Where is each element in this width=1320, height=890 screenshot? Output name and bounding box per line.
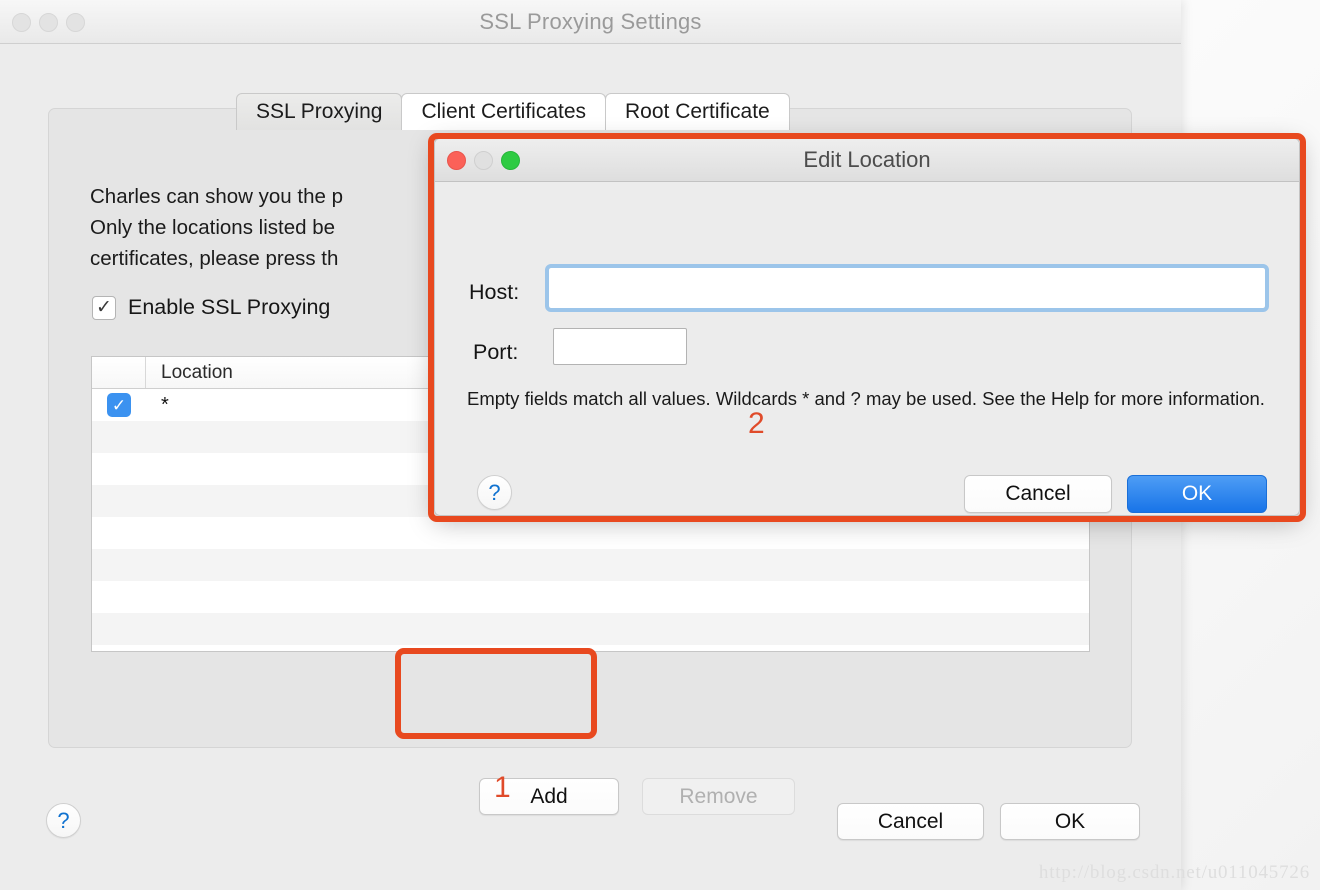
dialog-hint-text: Empty fields match all values. Wildcards… [467,388,1265,409]
remove-button: Remove [642,778,795,815]
table-empty-row [92,517,1089,549]
enable-ssl-proxying-checkbox[interactable]: ✓ [92,295,116,320]
table-empty-row [92,549,1089,581]
dialog-titlebar: Edit Location [435,139,1299,182]
row-checkbox[interactable]: ✓ [107,393,131,417]
enable-ssl-proxying-label: Enable SSL Proxying [128,295,331,319]
host-input[interactable] [545,264,1269,312]
table-empty-row [92,581,1089,613]
dialog-ok-button[interactable]: OK [1127,475,1267,513]
dialog-title: Edit Location [803,147,931,172]
port-input[interactable] [553,328,687,365]
watermark: http://blog.csdn.net/u011045726 [1038,862,1310,883]
tab-ssl-proxying[interactable]: SSL Proxying [236,93,403,130]
tab-client-certificates[interactable]: Client Certificates [401,93,607,130]
row-checkbox-cell[interactable]: ✓ [92,393,146,417]
annotation-number-2: 2 [748,407,765,440]
host-label: Host: [469,280,520,304]
main-window-titlebar: SSL Proxying Settings [0,0,1181,44]
page-title: SSL Proxying Settings [479,9,702,34]
table-empty-row [92,613,1089,645]
tab-root-certificate[interactable]: Root Certificate [605,93,790,130]
table-empty-row [92,645,1089,651]
dialog-body: Host: Port: Empty fields match all value… [435,182,1299,516]
edit-location-dialog: Edit Location Host: Port: Empty fields m… [434,138,1300,516]
enable-ssl-proxying-row[interactable]: ✓ Enable SSL Proxying [92,295,330,320]
dialog-help-icon[interactable]: ? [477,475,512,510]
table-header-checkbox-column [92,357,146,388]
annotation-number-1: 1 [494,771,511,804]
help-icon[interactable]: ? [46,803,81,838]
screenshot-root: SSL Proxying Settings SSL Proxying Clien… [0,0,1320,890]
tab-bar: SSL Proxying Client Certificates Root Ce… [236,93,790,130]
cancel-button[interactable]: Cancel [837,803,984,840]
ok-button[interactable]: OK [1000,803,1140,840]
port-label: Port: [473,340,519,364]
dialog-cancel-button[interactable]: Cancel [964,475,1112,513]
